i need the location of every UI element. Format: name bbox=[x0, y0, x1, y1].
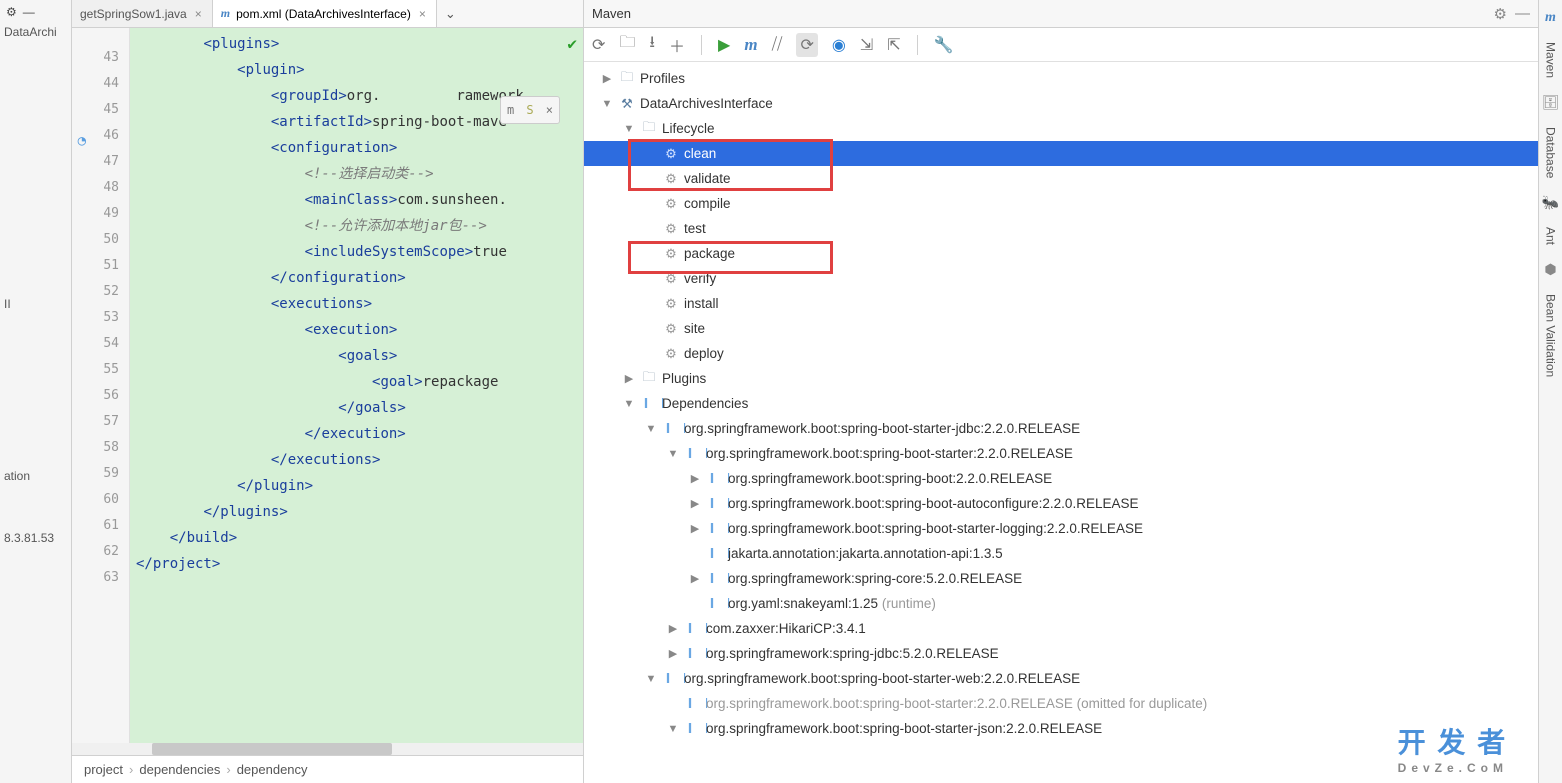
twisty-icon[interactable]: ▶ bbox=[666, 647, 680, 660]
panel-title: Maven bbox=[592, 6, 631, 21]
maven-header: Maven ⚙ — bbox=[584, 0, 1538, 28]
tree-row[interactable]: ⚙verify bbox=[584, 266, 1538, 291]
expand-icon[interactable]: ⇲ bbox=[860, 35, 873, 55]
tree-row[interactable]: ⚙compile bbox=[584, 191, 1538, 216]
breadcrumb: project › dependencies › dependency bbox=[72, 755, 583, 783]
crumb-project[interactable]: project bbox=[84, 762, 123, 777]
tree-row[interactable]: ⎹⎸⎹org.springframework.boot:spring-boot-… bbox=[584, 691, 1538, 716]
twisty-icon[interactable]: ▼ bbox=[622, 123, 636, 135]
tree-row[interactable]: ▶⎹⎸⎹org.springframework.boot:spring-boot… bbox=[584, 466, 1538, 491]
tab-bean-validation[interactable]: Bean Validation bbox=[1542, 286, 1560, 385]
tabs-dropdown-icon[interactable]: ⌄ bbox=[437, 6, 464, 22]
tree-row[interactable]: ▶⎹⎸⎹org.springframework.boot:spring-boot… bbox=[584, 491, 1538, 516]
toggle-offline-icon[interactable]: ⟳ bbox=[796, 33, 817, 57]
tree-row[interactable]: ▼🗀Lifecycle bbox=[584, 116, 1538, 141]
tab-java-file[interactable]: getSpringSow1.java× bbox=[72, 0, 213, 27]
maven-icon: m bbox=[221, 6, 230, 21]
run-icon[interactable]: ▶ bbox=[718, 35, 730, 55]
popup-hint[interactable]: mS× bbox=[500, 96, 560, 124]
tree-row[interactable]: ▼⎹⎸⎹Dependencies bbox=[584, 391, 1538, 416]
project-strip: ⚙ — DataArchi II ation 8.3.81.53 bbox=[0, 0, 72, 783]
gear-icon[interactable]: ⚙ bbox=[6, 5, 17, 19]
h-scrollbar[interactable] bbox=[72, 743, 583, 755]
right-tool-strip: m Maven 🗄 Database 🐜 Ant ⬢ Bean Validati… bbox=[1538, 0, 1562, 783]
tree-row[interactable]: ⚙site bbox=[584, 316, 1538, 341]
scroll-thumb[interactable] bbox=[152, 743, 392, 755]
plus-icon[interactable]: ＋ bbox=[669, 33, 685, 57]
tree-row[interactable]: ▶🗀Profiles bbox=[584, 66, 1538, 91]
maven-icon[interactable]: m bbox=[744, 35, 757, 55]
tree-row[interactable]: ▶⎹⎸⎹org.springframework:spring-jdbc:5.2.… bbox=[584, 641, 1538, 666]
tab-database[interactable]: Database bbox=[1542, 119, 1560, 186]
ant-icon[interactable]: 🐜 bbox=[1542, 190, 1559, 215]
twisty-icon[interactable]: ▼ bbox=[666, 723, 680, 735]
tab-pom-xml[interactable]: m pom.xml (DataArchivesInterface)× bbox=[213, 0, 437, 27]
maven-icon[interactable]: m bbox=[1545, 6, 1556, 30]
twisty-icon[interactable]: ▼ bbox=[600, 98, 614, 110]
refresh-icon[interactable]: ⟳ bbox=[592, 35, 605, 55]
twisty-icon[interactable]: ▶ bbox=[622, 372, 636, 385]
wrench-icon[interactable]: 🔧 bbox=[934, 35, 954, 55]
tree-row[interactable]: ⎹⎸⎹jakarta.annotation:jakarta.annotation… bbox=[584, 541, 1538, 566]
download-icon[interactable]: ⭳ bbox=[649, 31, 655, 58]
collapse-icon[interactable]: ⇱ bbox=[887, 35, 900, 55]
tree-row[interactable]: ▼⎹⎸⎹org.springframework.boot:spring-boot… bbox=[584, 416, 1538, 441]
tree-row[interactable]: ▼⎹⎸⎹org.springframework.boot:spring-boot… bbox=[584, 666, 1538, 691]
tree-row[interactable]: ⚙install bbox=[584, 291, 1538, 316]
minimize-icon[interactable]: — bbox=[1515, 5, 1530, 23]
twisty-icon[interactable]: ▼ bbox=[666, 448, 680, 460]
minimize-icon[interactable]: — bbox=[23, 5, 35, 19]
project-item[interactable]: DataArchi bbox=[2, 21, 69, 43]
twisty-icon[interactable]: ▶ bbox=[688, 497, 702, 510]
twisty-icon[interactable]: ▼ bbox=[644, 673, 658, 685]
line-gutter: 434445◔464748495051525354555657585960616… bbox=[72, 28, 130, 743]
twisty-icon[interactable]: ▶ bbox=[688, 522, 702, 535]
bean-icon[interactable]: ⬢ bbox=[1544, 257, 1556, 282]
close-icon[interactable]: × bbox=[193, 7, 204, 21]
tree-row[interactable]: ▶🗀Plugins bbox=[584, 366, 1538, 391]
check-icon: ✔ bbox=[567, 34, 577, 53]
twisty-icon[interactable]: ▶ bbox=[688, 572, 702, 585]
editor-tabs: getSpringSow1.java× m pom.xml (DataArchi… bbox=[72, 0, 583, 28]
tree-row[interactable]: ⚙validate bbox=[584, 166, 1538, 191]
tab-ant[interactable]: Ant bbox=[1542, 219, 1560, 253]
maven-tree[interactable]: ▶🗀Profiles▼⚒DataArchivesInterface▼🗀Lifec… bbox=[584, 62, 1538, 783]
crumb-dependencies[interactable]: dependencies bbox=[139, 762, 220, 777]
tree-row[interactable]: ▼⚒DataArchivesInterface bbox=[584, 91, 1538, 116]
tree-row[interactable]: ▶⎹⎸⎹org.springframework.boot:spring-boot… bbox=[584, 516, 1538, 541]
tree-row[interactable]: ⚙clean bbox=[584, 141, 1538, 166]
twisty-icon[interactable]: ▶ bbox=[688, 472, 702, 485]
skip-icon[interactable]: ⧸⧸ bbox=[772, 36, 783, 54]
folder-icon[interactable]: 🗀 bbox=[619, 31, 635, 58]
twisty-icon[interactable]: ▶ bbox=[600, 72, 614, 85]
maven-panel: Maven ⚙ — ⟳ 🗀 ⭳ ＋ ▶ m ⧸⧸ ⟳ ◉ ⇲ ⇱ 🔧 ▶🗀Pro… bbox=[584, 0, 1538, 783]
maven-toolbar: ⟳ 🗀 ⭳ ＋ ▶ m ⧸⧸ ⟳ ◉ ⇲ ⇱ 🔧 bbox=[584, 28, 1538, 62]
twisty-icon[interactable]: ▼ bbox=[644, 423, 658, 435]
close-icon[interactable]: × bbox=[417, 7, 428, 21]
crumb-dependency[interactable]: dependency bbox=[237, 762, 308, 777]
gear-icon[interactable]: ⚙ bbox=[1494, 5, 1507, 23]
code-editor[interactable]: 434445◔464748495051525354555657585960616… bbox=[72, 28, 583, 743]
tree-row[interactable]: ⚙test bbox=[584, 216, 1538, 241]
twisty-icon[interactable]: ▼ bbox=[622, 398, 636, 410]
tree-row[interactable]: ▶⎹⎸⎹com.zaxxer:HikariCP:3.4.1 bbox=[584, 616, 1538, 641]
target-icon[interactable]: ◉ bbox=[832, 35, 846, 55]
tree-row[interactable]: ▼⎹⎸⎹org.springframework.boot:spring-boot… bbox=[584, 716, 1538, 741]
tree-row[interactable]: ⎹⎸⎹org.yaml:snakeyaml:1.25 (runtime) bbox=[584, 591, 1538, 616]
editor-column: getSpringSow1.java× m pom.xml (DataArchi… bbox=[72, 0, 584, 783]
code-area[interactable]: ✔ mS× <plugins> <plugin> <groupId>org. r… bbox=[130, 28, 583, 743]
tab-maven[interactable]: Maven bbox=[1542, 34, 1560, 86]
twisty-icon[interactable]: ▶ bbox=[666, 622, 680, 635]
database-icon[interactable]: 🗄 bbox=[1542, 90, 1560, 115]
tree-row[interactable]: ⚙deploy bbox=[584, 341, 1538, 366]
tree-row[interactable]: ▶⎹⎸⎹org.springframework:spring-core:5.2.… bbox=[584, 566, 1538, 591]
tree-row[interactable]: ▼⎹⎸⎹org.springframework.boot:spring-boot… bbox=[584, 441, 1538, 466]
tree-row[interactable]: ⚙package bbox=[584, 241, 1538, 266]
